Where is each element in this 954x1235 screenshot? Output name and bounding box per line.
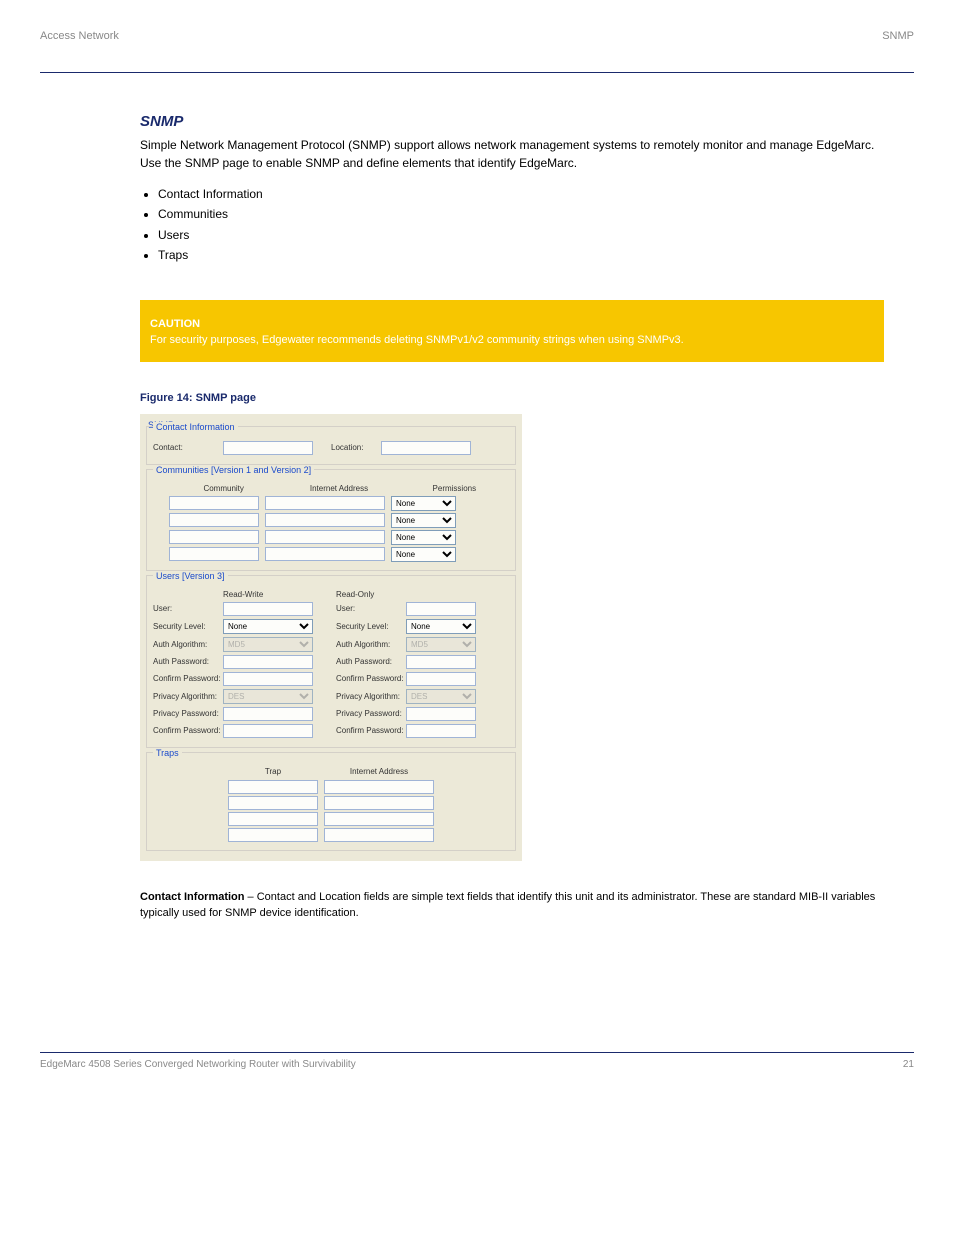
privalg-select: DES	[223, 689, 313, 704]
community-addr-input[interactable]	[265, 496, 385, 510]
col-trap: Trap	[228, 767, 318, 776]
community-input[interactable]	[169, 496, 259, 510]
traps-legend: Traps	[153, 748, 182, 758]
page-header: Access Network SNMP	[40, 30, 914, 42]
caution-box: CAUTION For security purposes, Edgewater…	[140, 300, 884, 362]
snmp-form-screenshot: SNMP Contact Information Contact: Locati…	[140, 414, 522, 861]
sec-label: Security Level:	[336, 622, 406, 631]
privalg-select-ro: DES	[406, 689, 476, 704]
page: Access Network SNMP SNMP Simple Network …	[0, 0, 954, 1110]
sec-select-ro[interactable]: None	[406, 619, 476, 634]
authalg-select-ro: MD5	[406, 637, 476, 652]
figure-label: Figure 14: SNMP page	[140, 392, 884, 404]
col-addr: Internet Address	[284, 484, 393, 493]
user-input-ro[interactable]	[406, 602, 476, 616]
authpw-label: Auth Password:	[153, 657, 223, 666]
authalg-label: Auth Algorithm:	[336, 640, 406, 649]
community-addr-input[interactable]	[265, 547, 385, 561]
caution-label: CAUTION	[150, 318, 874, 330]
location-input[interactable]	[381, 441, 471, 455]
authpw-input-ro[interactable]	[406, 655, 476, 669]
footer-left: EdgeMarc 4508 Series Converged Networkin…	[40, 1059, 356, 1070]
user-label: User:	[336, 604, 406, 613]
privpw-input-ro[interactable]	[406, 707, 476, 721]
bullet-item: Contact Information	[158, 184, 884, 204]
footer-right: 21	[903, 1059, 914, 1070]
authpw-input[interactable]	[223, 655, 313, 669]
contact-label: Contact:	[153, 443, 223, 452]
communities-legend: Communities [Version 1 and Version 2]	[153, 465, 314, 475]
header-rule	[40, 72, 914, 73]
trap-input[interactable]	[228, 828, 318, 842]
bullet-list: Contact Information Communities Users Tr…	[158, 184, 884, 266]
user-input[interactable]	[223, 602, 313, 616]
communities-fieldset: Communities [Version 1 and Version 2] Co…	[146, 469, 516, 571]
caption-rest: – Contact and Location fields are simple…	[140, 891, 875, 920]
user-label: User:	[153, 604, 223, 613]
bullet-item: Communities	[158, 204, 884, 224]
users-fieldset: Users [Version 3] Read-Write User: Secur…	[146, 575, 516, 748]
community-input[interactable]	[169, 530, 259, 544]
confirmpw-input[interactable]	[223, 672, 313, 686]
page-footer: EdgeMarc 4508 Series Converged Networkin…	[40, 1052, 914, 1070]
community-perm-select[interactable]: None	[391, 530, 456, 545]
header-title: Access Network	[40, 30, 119, 42]
body-column: SNMP Simple Network Management Protocol …	[140, 113, 884, 922]
authalg-select: MD5	[223, 637, 313, 652]
community-addr-input[interactable]	[265, 530, 385, 544]
caution-text: For security purposes, Edgewater recomme…	[150, 334, 874, 346]
confirmpw2-input[interactable]	[223, 724, 313, 738]
section-heading: SNMP	[140, 113, 884, 130]
confirmpw-label: Confirm Password:	[153, 674, 223, 683]
community-input[interactable]	[169, 513, 259, 527]
users-ro-heading: Read-Only	[336, 590, 509, 599]
confirmpw2-label: Confirm Password:	[336, 726, 406, 735]
sec-select[interactable]: None	[223, 619, 313, 634]
users-rw-heading: Read-Write	[153, 590, 326, 599]
privpw-label: Privacy Password:	[153, 709, 223, 718]
trap-input[interactable]	[228, 812, 318, 826]
authalg-label: Auth Algorithm:	[153, 640, 223, 649]
traps-fieldset: Traps Trap Internet Address	[146, 752, 516, 851]
col-community: Community	[169, 484, 278, 493]
confirmpw-label: Confirm Password:	[336, 674, 406, 683]
intro-paragraph: Simple Network Management Protocol (SNMP…	[140, 136, 884, 172]
community-perm-select[interactable]: None	[391, 547, 456, 562]
trap-addr-input[interactable]	[324, 796, 434, 810]
users-legend: Users [Version 3]	[153, 571, 228, 581]
privpw-input[interactable]	[223, 707, 313, 721]
bullet-item: Traps	[158, 245, 884, 265]
col-perm: Permissions	[400, 484, 509, 493]
users-readwrite-col: Read-Write User: Security Level:None Aut…	[153, 590, 326, 741]
col-trap-addr: Internet Address	[324, 767, 434, 776]
contact-fieldset: Contact Information Contact: Location:	[146, 426, 516, 465]
bullet-item: Users	[158, 225, 884, 245]
privalg-label: Privacy Algorithm:	[153, 692, 223, 701]
community-input[interactable]	[169, 547, 259, 561]
communities-table: None None None None	[153, 496, 509, 562]
caption-strong: Contact Information	[140, 891, 245, 903]
trap-addr-input[interactable]	[324, 828, 434, 842]
authpw-label: Auth Password:	[336, 657, 406, 666]
contact-input[interactable]	[223, 441, 313, 455]
traps-table	[153, 780, 509, 842]
sec-label: Security Level:	[153, 622, 223, 631]
community-perm-select[interactable]: None	[391, 496, 456, 511]
privpw-label: Privacy Password:	[336, 709, 406, 718]
header-section: SNMP	[882, 30, 914, 42]
contact-legend: Contact Information	[153, 422, 238, 432]
trap-addr-input[interactable]	[324, 780, 434, 794]
privalg-label: Privacy Algorithm:	[336, 692, 406, 701]
trap-input[interactable]	[228, 796, 318, 810]
confirmpw2-label: Confirm Password:	[153, 726, 223, 735]
confirmpw-input-ro[interactable]	[406, 672, 476, 686]
community-perm-select[interactable]: None	[391, 513, 456, 528]
trap-input[interactable]	[228, 780, 318, 794]
figure-caption: Contact Information – Contact and Locati…	[140, 889, 884, 922]
trap-addr-input[interactable]	[324, 812, 434, 826]
community-addr-input[interactable]	[265, 513, 385, 527]
confirmpw2-input-ro[interactable]	[406, 724, 476, 738]
location-label: Location:	[331, 443, 381, 452]
users-readonly-col: Read-Only User: Security Level:None Auth…	[336, 590, 509, 741]
